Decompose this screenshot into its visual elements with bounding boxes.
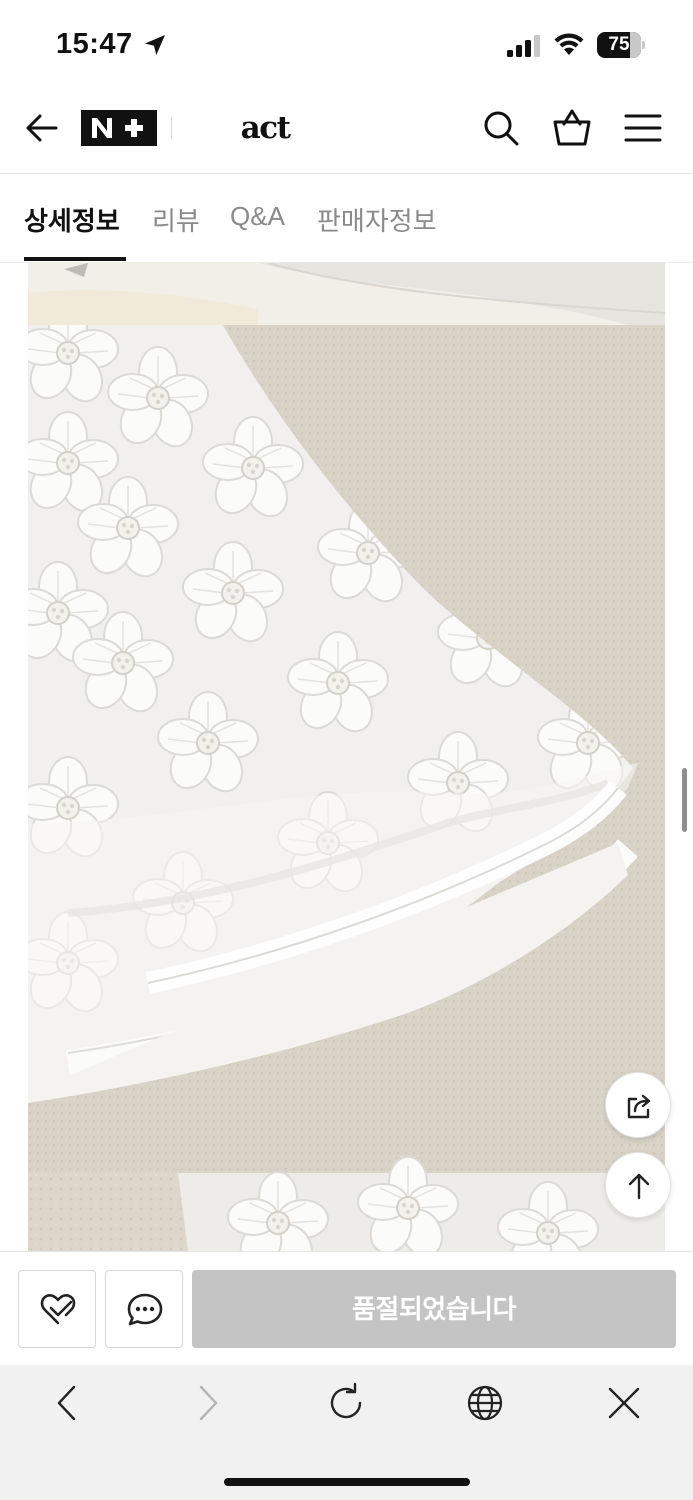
- header-divider: [171, 117, 172, 139]
- wishlist-button[interactable]: [18, 1270, 96, 1348]
- forward-chevron-icon: [199, 1385, 218, 1421]
- talk-talk-button[interactable]: [105, 1270, 183, 1348]
- chat-bubble-icon: [127, 1293, 163, 1326]
- share-button[interactable]: [605, 1072, 671, 1138]
- shopping-bag-icon[interactable]: [551, 106, 593, 148]
- browser-forward-button[interactable]: [186, 1381, 230, 1425]
- browser-open-external-button[interactable]: [463, 1381, 507, 1425]
- tab-seller-info[interactable]: 판매자정보: [317, 201, 437, 238]
- back-chevron-icon: [57, 1385, 76, 1421]
- in-app-browser-toolbar: [0, 1365, 693, 1500]
- refresh-icon: [330, 1382, 362, 1419]
- globe-icon: [467, 1385, 503, 1421]
- location-arrow-icon: [145, 35, 165, 55]
- share-icon: [627, 1094, 651, 1119]
- browser-close-button[interactable]: [602, 1381, 646, 1425]
- tab-reviews[interactable]: 리뷰: [152, 201, 200, 238]
- detail-tabs: 상세정보 리뷰 Q&A 판매자정보: [0, 175, 693, 263]
- battery-indicator: 75: [597, 32, 645, 58]
- cellular-signal-icon: [507, 35, 540, 57]
- product-detail-content[interactable]: [0, 263, 693, 1251]
- heart-check-icon: [40, 1294, 76, 1325]
- active-tab-indicator: [24, 257, 126, 261]
- browser-back-button[interactable]: [45, 1381, 89, 1425]
- purchase-bar: 품절되었습니다: [0, 1251, 693, 1365]
- brand-logo[interactable]: act: [200, 108, 330, 148]
- sold-out-button[interactable]: 품절되었습니다: [192, 1270, 676, 1348]
- scrollbar-thumb[interactable]: [682, 768, 687, 832]
- status-time: 15:47: [56, 28, 133, 60]
- back-arrow-icon[interactable]: [22, 108, 62, 148]
- product-photo-fabric: [28, 263, 665, 1251]
- close-icon: [608, 1387, 640, 1419]
- hamburger-menu-icon[interactable]: [623, 108, 663, 148]
- search-icon[interactable]: [481, 108, 521, 148]
- tab-details[interactable]: 상세정보: [24, 201, 120, 238]
- scroll-to-top-button[interactable]: [605, 1152, 671, 1218]
- nplus-store-logo[interactable]: [81, 110, 157, 146]
- browser-refresh-button[interactable]: [324, 1381, 368, 1425]
- battery-percent: 75: [608, 34, 630, 55]
- home-indicator: [224, 1478, 470, 1486]
- app-header: act: [0, 90, 693, 174]
- status-bar: 15:47 75: [0, 0, 693, 90]
- tab-qna[interactable]: Q&A: [230, 201, 285, 232]
- arrow-up-icon: [628, 1173, 650, 1200]
- wifi-icon: [554, 33, 584, 55]
